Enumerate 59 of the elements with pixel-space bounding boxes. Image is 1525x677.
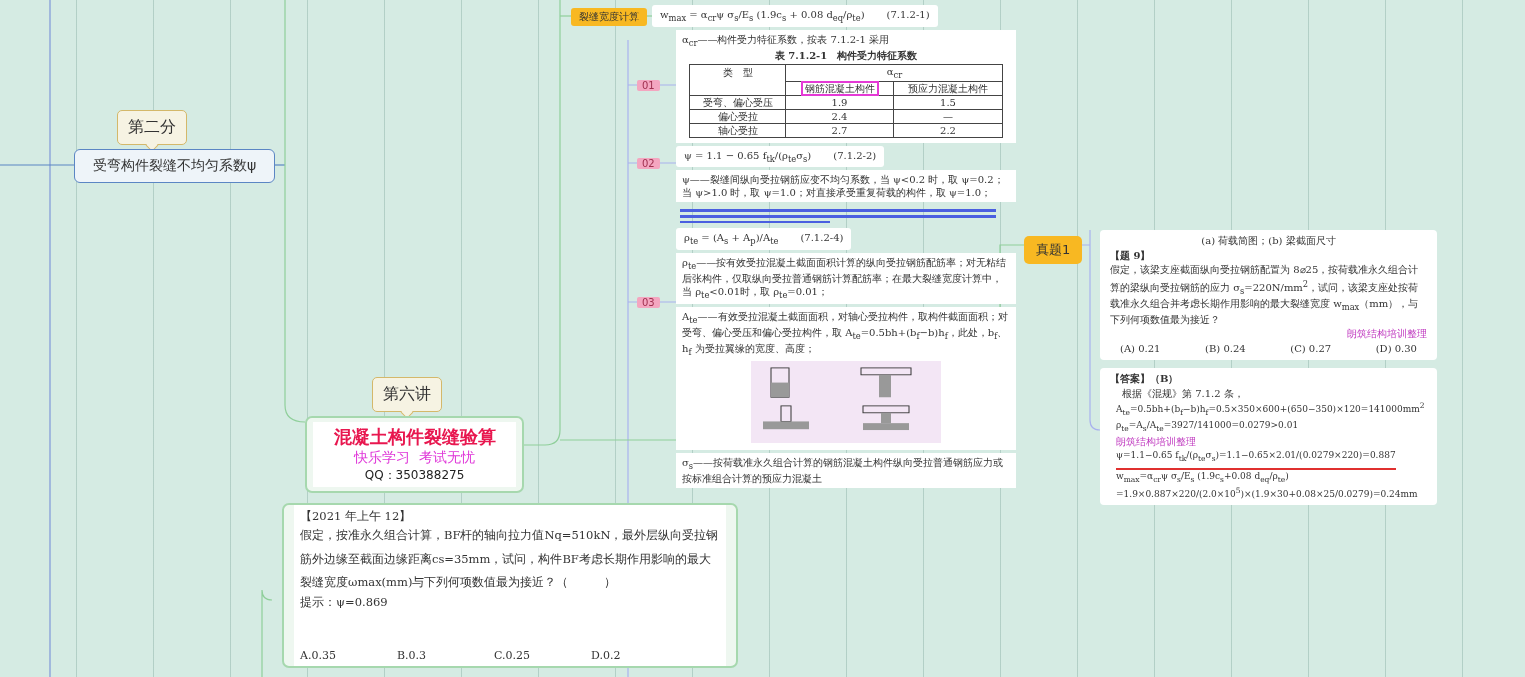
option-text: (C) 0.27 [1290, 341, 1332, 356]
topic-node[interactable]: 裂缝宽度计算 [571, 8, 647, 26]
central-node[interactable]: 混凝土构件裂缝验算 快乐学习 考试无忧 QQ：350388275 [305, 416, 524, 493]
contact-text: QQ：350388275 [364, 467, 465, 484]
formula-text: ρ$_{te}$=A$_{s}$/A$_{te}$=3927/141000=0.0279>0.01 [1115, 419, 1300, 435]
question-text: 假定，该梁支座截面纵向受拉钢筋配置为 8⌀25，按荷载准永久组合计算的梁纵向受拉钢筋的应力 σ$_{s}$=220N/mm$^{2}$，试问，该梁支座处按荷载准永久组合并考虑长期作用影响的最大裂缝宽度 w$_{max}$（mm），与下列何项数值最为接近？ [1110, 263, 1420, 327]
table-cell: 钢筋混凝土构件 [785, 81, 894, 96]
option-text: C.0.25 [494, 649, 531, 662]
table-caption: 表 7.1.2-1 构件受力特征系数 [773, 48, 919, 62]
hint-text: 提示：ψ=0.869 [300, 594, 389, 610]
option-text: A.0.35 [300, 649, 337, 662]
formula-text: w$_{max}$ = α$_{cr}$ψ σ$_{s}$/E$_{s}$ (1.9c$_{s}$ + 0.08 d$_{eq}$/ρ$_{te}$) [660, 8, 865, 25]
option-text: (D) 0.30 [1375, 341, 1417, 356]
formula-text: w$_{max}$=α$_{cr}$ψ σ$_{s}$/E$_{s}$ (1.9c$_{s}$+0.08 d$_{eq}$/ρ$_{te}$) [1115, 469, 1290, 486]
definition-text: σ$_{s}$——按荷载准永久组合计算的钢筋混凝土构件纵向受拉普通钢筋应力或按标准组合计算的预应力混凝土 [676, 453, 1016, 489]
stamp-text: 朗筑结构培训整理 [1115, 434, 1197, 449]
option-text: (B) 0.24 [1205, 341, 1246, 356]
definition-text: ψ——裂缝间纵向受拉钢筋应变不均匀系数，当 ψ<0.2 时，取 ψ=0.2；当 ψ>1.0 时，取 ψ=1.0；对直接承受重复荷载的构件，取 ψ=1.0； [676, 170, 1016, 203]
definition-text: A$_{te}$——有效受拉混凝土截面面积，对轴心受拉构件，取构件截面面积；对受弯、偏心受压和偏心受拉构件，取 A$_{te}$=0.5bh+(b$_{f}$−b)h$_{f}$，此处，b$_{f}$、h$_{f}$ 为受拉翼缘的宽度、高度； [682, 309, 1009, 358]
number-tag[interactable]: 03 [637, 297, 660, 308]
definition-text: ρ$_{te}$——按有效受拉混凝土截面面积计算的纵向受拉钢筋配筋率；对无粘结后张构件，仅取纵向受拉普通钢筋计算配筋率；在最大裂缝宽度计算中，当 ρ$_{te}$<0.01时，取 ρ$_{te}$=0.01； [676, 253, 1016, 304]
option-text: B.0.3 [397, 649, 428, 662]
table-cell: 预应力混凝土构件 [893, 81, 1003, 96]
formula-text: ψ = 1.1 − 0.65 f$_{tk}$/(ρ$_{te}$σ$_{s}$) [684, 148, 812, 165]
equation-number: (7.1.2-4) [800, 231, 844, 246]
table-cell: — [893, 109, 1003, 124]
equation-number: (7.1.2-2) [833, 148, 877, 163]
table-cell: 2.2 [893, 123, 1003, 138]
question-heading: 【题 9】 [1110, 248, 1152, 263]
table-cell: 类 型 [689, 64, 786, 82]
formula-text: ψ=1.1−0.65 f$_{tk}$/(ρ$_{te}$σ$_{s}$)=1.1−0.65×2.01/(0.0279×220)=0.887 [1116, 449, 1396, 470]
table-cell: 受弯、偏心受压 [689, 95, 786, 110]
question-node[interactable]: 【2021 年上午 12】 假定，按准永久组合计算，BF杆的轴向拉力值Nq=510kN，最外层纵向受拉钢筋外边缘至截面边缘距离cs=35mm，试问，构件BF考虑长期作用影响的最大裂缝宽度ωmax(mm)与下列何项数值最为接近？（ ） 提示：ψ=0.869 A.0.35 B.0.3 C.0.25 D.0.2 [282, 503, 738, 668]
formula-text: =1.9×0.887×220/(2.0×10$^{5}$)×(1.9×30+0.08×25/0.0279)=0.24mm [1115, 485, 1419, 501]
table-cell: 1.5 [893, 95, 1003, 110]
table-cell: 2.7 [785, 123, 894, 138]
option-text: D.0.2 [591, 649, 622, 662]
central-title: 混凝土构件裂缝验算 [333, 425, 496, 449]
formula-text: ρ$_{te}$ = (A$_{s}$ + A$_{p}$)/A$_{te}$ [684, 231, 779, 248]
equation-number: (7.1.2-1) [886, 8, 930, 22]
table-cell: α$_{cr}$ [785, 64, 1003, 82]
answer-heading: 【答案】（B） [1110, 372, 1180, 387]
table-cell: 1.9 [785, 95, 894, 110]
topic-node[interactable]: 受弯构件裂缝不均匀系数ψ [74, 149, 276, 183]
answer-text: 根据《混规》第 7.1.2 条， [1121, 386, 1245, 401]
table-cell: 2.4 [785, 109, 894, 124]
option-text: (A) 0.21 [1120, 341, 1161, 356]
stamp-text: 朗筑结构培训整理 [1346, 327, 1427, 342]
number-tag[interactable]: 02 [637, 158, 660, 169]
question-text: 假定，按准永久组合计算，BF杆的轴向拉力值Nq=510kN，最外层纵向受拉钢筋外边缘至截面边缘距离cs=35mm，试问，构件BF考虑长期作用影响的最大裂缝宽度ωmax(mm)与下列何项数值最为接近？（ ） [300, 527, 720, 592]
table-cell: 轴心受拉 [689, 123, 786, 138]
table-cell: 偏心受拉 [689, 109, 786, 124]
note-text: α$_{cr}$——构件受力特征系数，按表 7.1.2-1 采用 [682, 33, 890, 49]
topic-node[interactable]: 真题1 [1024, 236, 1083, 264]
question-heading: 【2021 年上午 12】 [300, 509, 413, 524]
central-subtitle: 快乐学习 考试无忧 [354, 449, 475, 467]
caption-text: (a) 荷载简图；(b) 梁截面尺寸 [1200, 234, 1337, 248]
number-tag[interactable]: 01 [637, 80, 660, 91]
formula-text: A$_{te}$=0.5bh+(b$_{f}$−b)h$_{f}$=0.5×350×600+(650−350)×120=141000mm$^{2}$ [1115, 401, 1426, 420]
